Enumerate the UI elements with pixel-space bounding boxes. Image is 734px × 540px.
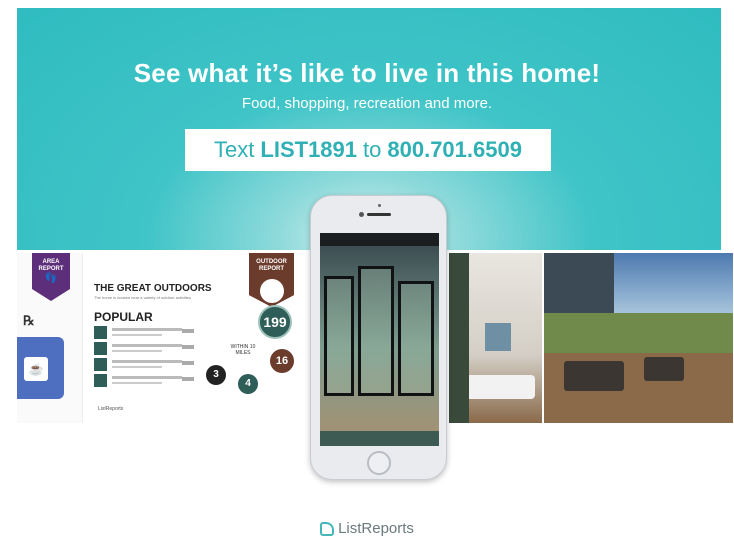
report-footer-logo: ListReports — [98, 406, 124, 412]
home-button[interactable] — [367, 451, 391, 475]
phone-mockup — [310, 195, 447, 480]
camera-icon — [359, 212, 364, 217]
list-item — [94, 342, 204, 356]
subheadline: Food, shopping, recreation and more. — [241, 95, 493, 112]
report-title: THE GREAT OUTDOORS — [94, 283, 212, 294]
deck-photo — [544, 253, 733, 423]
count-circle: 16 — [270, 349, 294, 373]
list-item — [94, 326, 204, 340]
count-circle: 199 — [258, 305, 292, 339]
phone-screen — [320, 233, 439, 446]
outdoor-report-panel: OUTDOOR REPORT THE GREAT OUTDOORS The ho… — [88, 253, 310, 423]
screen-photo — [320, 246, 439, 431]
area-report-ribbon: AREA REPORT 👣 — [32, 253, 70, 301]
count-circle: 4 — [238, 374, 258, 394]
brand-logo: ListReports — [0, 520, 734, 537]
cta-middle: to — [363, 137, 382, 162]
footprints-icon: 👣 — [44, 273, 58, 284]
living-room-photo — [449, 253, 542, 423]
count-circle: 3 — [206, 365, 226, 385]
tree-icon — [260, 279, 284, 303]
speaker-grille — [367, 213, 391, 216]
text-cta-box: Text LIST1891 to 800.701.6509 — [185, 129, 551, 171]
report-subtitle: The home is located near a variety of ou… — [94, 295, 191, 300]
list-item — [94, 374, 204, 388]
sensor-icon — [378, 204, 381, 207]
screen-bottom-bar — [320, 431, 439, 446]
listreports-logo-icon — [320, 521, 335, 536]
cta-phone: 800.701.6509 — [387, 137, 522, 162]
coffee-icon: ☕ — [24, 357, 48, 381]
brand-name: ListReports — [338, 520, 414, 537]
popular-heading: POPULAR — [94, 310, 153, 324]
cta-code: LIST1891 — [260, 137, 358, 162]
cta-prefix: Text — [214, 137, 255, 162]
pharmacy-icon: ℞ — [23, 313, 35, 328]
list-item — [94, 358, 204, 372]
within-label: WITHIN 10 MILES — [230, 344, 256, 356]
headline: See what it’s like to live in this home! — [133, 58, 601, 88]
area-report-panel: AREA REPORT 👣 ℞ ☕ — [17, 253, 83, 423]
